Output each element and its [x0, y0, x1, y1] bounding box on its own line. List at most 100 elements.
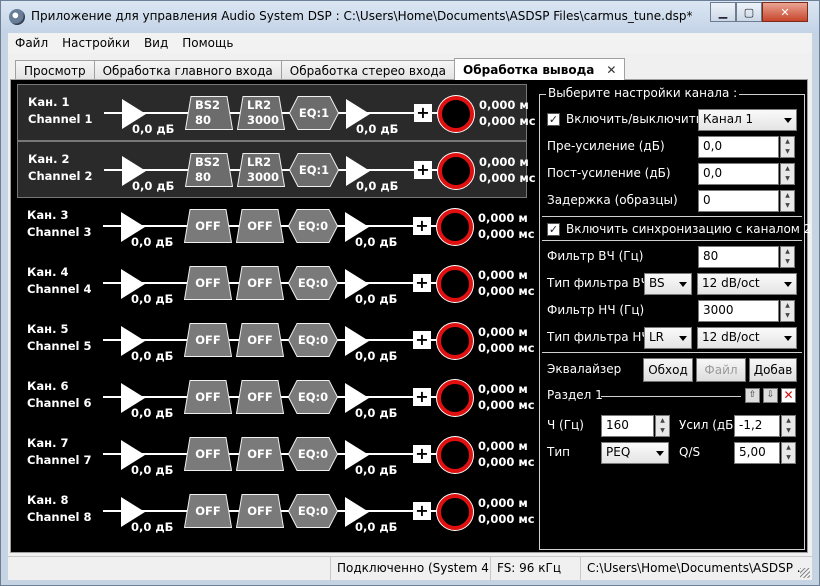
delay-input[interactable]: 0	[698, 190, 779, 212]
spin-up-icon[interactable]: ▲	[656, 416, 669, 426]
delay-ring-icon[interactable]	[437, 323, 473, 359]
highpass-filter-block[interactable]: BS2 80	[185, 96, 233, 130]
lowpass-filter-block[interactable]: OFF	[236, 380, 284, 414]
plus-icon[interactable]: +	[413, 445, 431, 463]
hpf-input[interactable]: 80	[698, 246, 779, 268]
plus-icon[interactable]: +	[413, 331, 431, 349]
spin-up-icon[interactable]: ▲	[781, 137, 794, 147]
highpass-filter-block[interactable]: OFF	[184, 266, 232, 300]
eq-block[interactable]: EQ:0	[288, 380, 338, 414]
bypass-button[interactable]: Обход	[643, 358, 693, 382]
delete-band-icon[interactable]: ✕	[781, 388, 796, 403]
lpf-type-select[interactable]: LR	[644, 327, 692, 349]
highpass-filter-block[interactable]: OFF	[184, 437, 232, 471]
spin-down-icon[interactable]: ▼	[781, 311, 794, 321]
eq-block[interactable]: EQ:0	[288, 323, 338, 357]
eq-block[interactable]: EQ:1	[289, 96, 339, 130]
plus-icon[interactable]: +	[413, 274, 431, 292]
lowpass-filter-block[interactable]: OFF	[236, 494, 284, 528]
spin-up-icon[interactable]: ▲	[781, 301, 794, 311]
delay-ring-icon[interactable]	[438, 96, 474, 132]
minimize-button[interactable]: ▁	[710, 2, 736, 22]
q-input[interactable]: 5,00	[734, 442, 780, 464]
spin-down-icon[interactable]: ▼	[656, 426, 669, 436]
tab-main-input[interactable]: Обработка главного входа	[93, 60, 282, 80]
lowpass-filter-block[interactable]: OFF	[236, 437, 284, 471]
band-type-select[interactable]: PEQ	[601, 442, 669, 464]
channel-row[interactable]: Кан. 7 Channel 7 0,0 дБ OFF OFF EQ:0 0,0 дБ +0,…	[17, 426, 535, 483]
highpass-filter-block[interactable]: OFF	[184, 494, 232, 528]
plus-icon[interactable]: +	[414, 161, 432, 179]
channel-row[interactable]: Кан. 5 Channel 5 0,0 дБ OFF OFF EQ:0 0,0 дБ +0,…	[17, 312, 535, 369]
delay-ring-icon[interactable]	[437, 494, 473, 530]
eq-block[interactable]: EQ:0	[288, 437, 338, 471]
freq-input[interactable]: 160	[601, 415, 654, 437]
post-gain-input[interactable]: 0,0	[698, 163, 779, 185]
tab-output-processing[interactable]: Обработка вывода ✕	[454, 58, 626, 80]
eq-block[interactable]: EQ:1	[289, 153, 339, 187]
menu-file[interactable]: Файл	[8, 36, 55, 50]
band-gain-stepper[interactable]: ▲ ▼	[781, 415, 796, 437]
delay-ring-icon[interactable]	[437, 437, 473, 473]
channel-row[interactable]: Кан. 2 Channel 2 0,0 дБ BS2 80 LR2 3000 EQ:1 0,0…	[17, 141, 536, 198]
pre-gain-input[interactable]: 0,0	[698, 136, 779, 158]
eq-block[interactable]: EQ:0	[288, 266, 338, 300]
delay-ring-icon[interactable]	[437, 266, 473, 302]
channel-row[interactable]: Кан. 4 Channel 4 0,0 дБ OFF OFF EQ:0 0,0 дБ +0,…	[17, 255, 535, 312]
post-gain-stepper[interactable]: ▲ ▼	[780, 163, 795, 185]
lowpass-filter-block[interactable]: LR2 3000	[237, 153, 285, 187]
eq-file-button[interactable]: Файл	[696, 358, 746, 382]
channel-select[interactable]: Канал 1	[698, 109, 797, 131]
spin-up-icon[interactable]: ▲	[782, 416, 795, 426]
spin-up-icon[interactable]: ▲	[782, 443, 795, 453]
pre-gain-stepper[interactable]: ▲ ▼	[780, 136, 795, 158]
lowpass-filter-block[interactable]: LR2 3000	[237, 96, 285, 130]
move-down-icon[interactable]: ⇩	[763, 388, 778, 403]
delay-ring-icon[interactable]	[437, 380, 473, 416]
lpf-slope-select[interactable]: 12 dB/oct	[697, 327, 797, 349]
delay-stepper[interactable]: ▲ ▼	[780, 190, 795, 212]
lowpass-filter-block[interactable]: OFF	[236, 323, 284, 357]
spin-down-icon[interactable]: ▼	[781, 201, 794, 211]
highpass-filter-block[interactable]: OFF	[184, 380, 232, 414]
enable-checkbox[interactable]: ✓	[547, 113, 560, 126]
channel-row[interactable]: Кан. 3 Channel 3 0,0 дБ OFF OFF EQ:0 0,0 дБ +0,…	[17, 198, 535, 255]
tab-close-icon[interactable]: ✕	[606, 63, 616, 77]
maximize-button[interactable]: ▢	[736, 2, 762, 22]
spin-down-icon[interactable]: ▼	[781, 257, 794, 267]
channel-row[interactable]: Кан. 6 Channel 6 0,0 дБ OFF OFF EQ:0 0,0 дБ +0,…	[17, 369, 535, 426]
band-gain-input[interactable]: -1,2	[734, 415, 780, 437]
q-stepper[interactable]: ▲ ▼	[781, 442, 796, 464]
spin-down-icon[interactable]: ▼	[782, 426, 795, 436]
menu-help[interactable]: Помощь	[175, 36, 240, 50]
move-up-icon[interactable]: ⇧	[745, 388, 760, 403]
eq-block[interactable]: EQ:0	[288, 494, 338, 528]
hpf-type-select[interactable]: BS	[644, 273, 692, 295]
hpf-slope-select[interactable]: 12 dB/oct	[697, 273, 797, 295]
lowpass-filter-block[interactable]: OFF	[236, 209, 284, 243]
resize-grip[interactable]	[800, 568, 810, 578]
plus-icon[interactable]: +	[413, 388, 431, 406]
delay-ring-icon[interactable]	[438, 153, 474, 189]
channel-row[interactable]: Кан. 1 Channel 1 0,0 дБ BS2 80 LR2 3000 EQ:1 0,0…	[17, 84, 536, 141]
plus-icon[interactable]: +	[413, 502, 431, 520]
lpf-stepper[interactable]: ▲ ▼	[780, 300, 795, 322]
spin-up-icon[interactable]: ▲	[781, 164, 794, 174]
freq-stepper[interactable]: ▲ ▼	[655, 415, 670, 437]
tab-overview[interactable]: Просмотр	[15, 60, 95, 80]
tab-stereo-input[interactable]: Обработка стерео входа	[280, 60, 456, 80]
hpf-stepper[interactable]: ▲ ▼	[780, 246, 795, 268]
plus-icon[interactable]: +	[413, 217, 431, 235]
delay-ring-icon[interactable]	[437, 209, 473, 245]
channel-row[interactable]: Кан. 8 Channel 8 0,0 дБ OFF OFF EQ:0 0,0 дБ +0,…	[17, 483, 535, 540]
sync-checkbox[interactable]: ✓	[547, 223, 560, 236]
menu-settings[interactable]: Настройки	[55, 36, 137, 50]
plus-icon[interactable]: +	[414, 104, 432, 122]
spin-up-icon[interactable]: ▲	[781, 191, 794, 201]
highpass-filter-block[interactable]: OFF	[184, 209, 232, 243]
spin-down-icon[interactable]: ▼	[781, 174, 794, 184]
menu-view[interactable]: Вид	[137, 36, 175, 50]
add-band-button[interactable]: Добав	[749, 358, 797, 382]
close-window-button[interactable]: ✕	[762, 2, 808, 22]
highpass-filter-block[interactable]: BS2 80	[185, 153, 233, 187]
